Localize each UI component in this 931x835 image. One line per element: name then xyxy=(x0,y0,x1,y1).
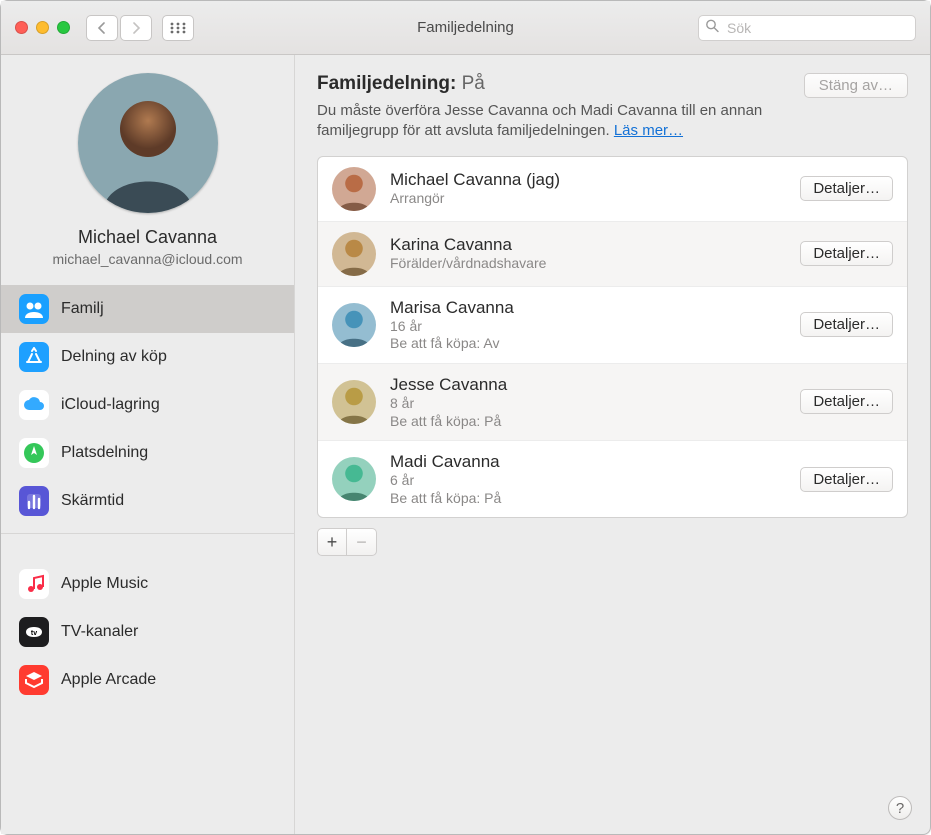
help-button[interactable]: ? xyxy=(888,796,912,820)
sidebar-item-label: Platsdelning xyxy=(61,444,148,462)
member-name: Karina Cavanna xyxy=(390,234,786,255)
titlebar: Familjedelning xyxy=(1,1,930,55)
sidebar-item-label: Familj xyxy=(61,300,104,318)
sidebar-item-icloud-lagring[interactable]: iCloud-lagring xyxy=(1,381,294,429)
heading-note-text: Du måste överföra Jesse Cavanna och Madi… xyxy=(317,102,762,139)
heading-state: På xyxy=(462,73,485,94)
member-role: Arrangör xyxy=(390,190,786,208)
turn-off-button[interactable]: Stäng av… xyxy=(804,73,908,98)
heading-prefix: Familjedelning: xyxy=(317,73,462,94)
search-icon xyxy=(705,18,719,37)
user-email: michael_cavanna@icloud.com xyxy=(1,251,294,267)
screentime-icon xyxy=(19,486,49,516)
sidebar-item-apple-music[interactable]: Apple Music xyxy=(1,560,294,608)
sidebar-item-sk-rmtid[interactable]: Skärmtid xyxy=(1,477,294,525)
sidebar-item-label: Skärmtid xyxy=(61,492,124,510)
tv-icon: tv xyxy=(19,617,49,647)
member-name: Madi Cavanna xyxy=(390,451,786,472)
sidebar-item-label: Delning av köp xyxy=(61,348,167,366)
user-name: Michael Cavanna xyxy=(1,227,294,248)
member-name: Jesse Cavanna xyxy=(390,374,786,395)
location-icon xyxy=(19,438,49,468)
family-member-row[interactable]: Karina CavannaFörälder/vårdnadshavare Det… xyxy=(318,222,907,287)
member-avatar xyxy=(332,457,376,501)
member-details-button[interactable]: Detaljer… xyxy=(800,467,893,492)
member-details-button[interactable]: Detaljer… xyxy=(800,312,893,337)
member-avatar xyxy=(332,167,376,211)
zoom-window-button[interactable] xyxy=(57,21,70,34)
page-heading: Familjedelning: På xyxy=(317,73,804,95)
sidebar-item-delning-av-k-p[interactable]: Delning av köp xyxy=(1,333,294,381)
close-window-button[interactable] xyxy=(15,21,28,34)
heading-note: Du måste överföra Jesse Cavanna och Madi… xyxy=(317,101,804,142)
cloud-icon xyxy=(19,390,49,420)
member-avatar xyxy=(332,303,376,347)
add-member-button[interactable]: + xyxy=(317,528,347,556)
sidebar-divider xyxy=(1,533,294,534)
help-icon: ? xyxy=(896,800,904,817)
family-member-row[interactable]: Michael Cavanna (jag)Arrangör Detaljer… xyxy=(318,157,907,222)
main-pane: Familjedelning: På Du måste överföra Jes… xyxy=(295,55,930,834)
member-role: Förälder/vårdnadshavare xyxy=(390,255,786,273)
member-avatar xyxy=(332,380,376,424)
user-avatar[interactable] xyxy=(78,73,218,213)
sidebar-item-label: iCloud-lagring xyxy=(61,396,160,414)
sidebar-item-apple-arcade[interactable]: Apple Arcade xyxy=(1,656,294,704)
family-member-row[interactable]: Marisa Cavanna16 årBe att få köpa: Av Det… xyxy=(318,287,907,364)
member-details-button[interactable]: Detaljer… xyxy=(800,176,893,201)
family-member-row[interactable]: Jesse Cavanna8 årBe att få köpa: På Detal… xyxy=(318,364,907,441)
member-ask-to-buy: Be att få köpa: På xyxy=(390,490,786,508)
sidebar-item-label: Apple Music xyxy=(61,575,148,593)
sidebar-item-label: TV-kanaler xyxy=(61,623,138,641)
learn-more-link[interactable]: Läs mer… xyxy=(614,122,683,139)
family-members-list: Michael Cavanna (jag)ArrangörDetaljer…Ka… xyxy=(317,156,908,519)
sidebar-item-familj[interactable]: Familj xyxy=(1,285,294,333)
appstore-icon xyxy=(19,342,49,372)
arcade-icon xyxy=(19,665,49,695)
search-input[interactable] xyxy=(698,15,916,41)
music-icon xyxy=(19,569,49,599)
sidebar-item-platsdelning[interactable]: Platsdelning xyxy=(1,429,294,477)
chevron-right-icon xyxy=(131,22,141,34)
svg-text:tv: tv xyxy=(31,630,37,637)
member-age: 8 år xyxy=(390,395,786,413)
remove-member-button[interactable]: − xyxy=(347,528,377,556)
forward-button[interactable] xyxy=(120,15,152,41)
window-title: Familjedelning xyxy=(417,19,514,36)
sidebar: Michael Cavanna michael_cavanna@icloud.c… xyxy=(1,55,295,834)
member-name: Marisa Cavanna xyxy=(390,297,786,318)
member-ask-to-buy: Be att få köpa: På xyxy=(390,413,786,431)
family-member-row[interactable]: Madi Cavanna6 årBe att få köpa: På Detalj… xyxy=(318,441,907,517)
member-details-button[interactable]: Detaljer… xyxy=(800,389,893,414)
member-name: Michael Cavanna (jag) xyxy=(390,169,786,190)
grid-icon xyxy=(170,22,186,34)
minimize-window-button[interactable] xyxy=(36,21,49,34)
back-button[interactable] xyxy=(86,15,118,41)
member-age: 6 år xyxy=(390,472,786,490)
chevron-left-icon xyxy=(97,22,107,34)
sidebar-item-tv-kanaler[interactable]: tv TV-kanaler xyxy=(1,608,294,656)
member-details-button[interactable]: Detaljer… xyxy=(800,241,893,266)
sidebar-item-label: Apple Arcade xyxy=(61,671,156,689)
show-all-button[interactable] xyxy=(162,15,194,41)
member-avatar xyxy=(332,232,376,276)
family-icon xyxy=(19,294,49,324)
member-age: 16 år xyxy=(390,318,786,336)
member-ask-to-buy: Be att få köpa: Av xyxy=(390,335,786,353)
